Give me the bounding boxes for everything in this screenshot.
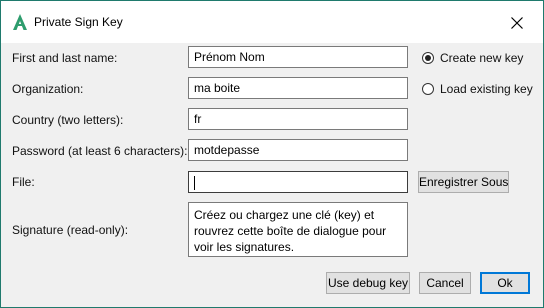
country-label: Country (two letters): (12, 113, 124, 127)
password-input[interactable] (188, 139, 408, 161)
cancel-button[interactable]: Cancel (419, 272, 471, 294)
name-input[interactable] (188, 46, 408, 68)
load-existing-key-radio[interactable] (422, 83, 434, 95)
load-existing-key-label[interactable]: Load existing key (440, 82, 533, 96)
signature-textarea: Créez ou chargez une clé (key) et rouvre… (188, 202, 408, 257)
private-sign-key-dialog: Private Sign Key First and last name: Or… (0, 0, 544, 308)
name-label: First and last name: (12, 51, 118, 65)
organization-input[interactable] (188, 77, 408, 99)
title-bar: Private Sign Key (1, 1, 543, 43)
create-new-key-radio[interactable] (422, 52, 434, 64)
window-title: Private Sign Key (34, 15, 123, 29)
save-as-button[interactable]: Enregistrer Sous (418, 171, 509, 193)
password-label: Password (at least 6 characters): (12, 144, 188, 158)
ok-button[interactable]: Ok (480, 272, 530, 294)
create-new-key-label[interactable]: Create new key (440, 51, 523, 65)
signature-label: Signature (read-only): (12, 223, 129, 237)
close-icon (511, 17, 523, 29)
text-caret (194, 176, 195, 190)
use-debug-key-button[interactable]: Use debug key (326, 272, 410, 294)
app-logo-icon (13, 14, 27, 30)
organization-label: Organization: (12, 82, 84, 96)
country-input[interactable] (188, 108, 408, 130)
file-input[interactable] (188, 171, 408, 193)
file-label: File: (12, 175, 35, 189)
close-button[interactable] (501, 9, 533, 37)
